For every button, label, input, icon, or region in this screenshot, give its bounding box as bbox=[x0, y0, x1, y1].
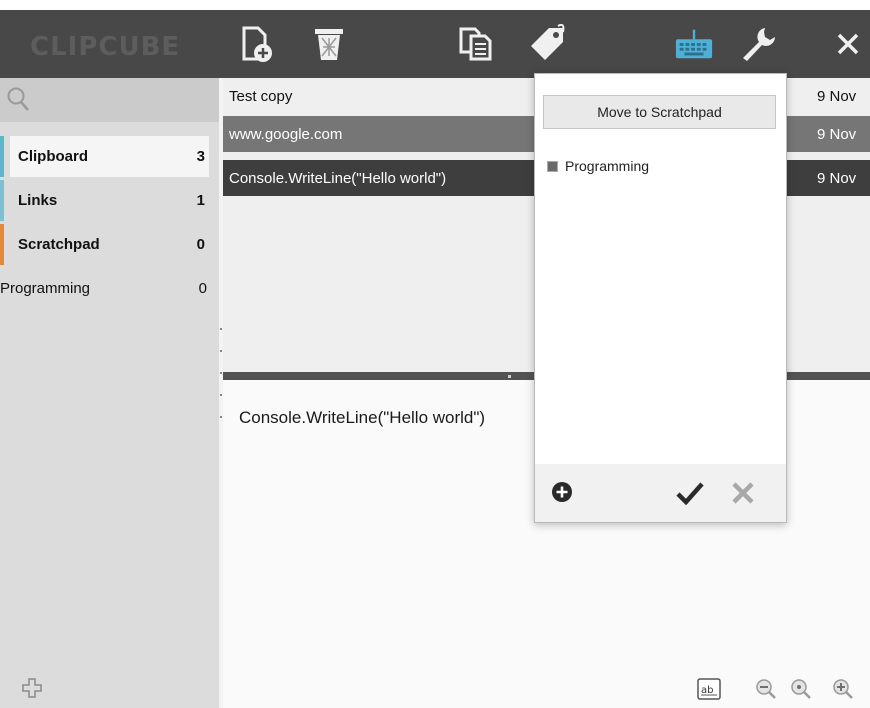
category-name: Clipboard bbox=[18, 148, 88, 165]
add-tag-icon[interactable] bbox=[551, 481, 573, 508]
tag-checkbox-programming[interactable]: Programming bbox=[547, 158, 649, 174]
tag-popup: Move to Scratchpad Programming bbox=[534, 73, 787, 523]
category-name: Scratchpad bbox=[18, 236, 100, 253]
category-color-bar bbox=[0, 180, 4, 221]
zoom-reset-icon[interactable] bbox=[790, 678, 812, 705]
sidebar-item-links[interactable]: Links 1 bbox=[0, 180, 209, 221]
sidebar-item-programming[interactable]: Programming 0 bbox=[0, 268, 209, 309]
sidebar-item-scratchpad[interactable]: Scratchpad 0 bbox=[0, 224, 209, 265]
sidebar: Clipboard 3 Links 1 Scratchpad 0 Program… bbox=[0, 78, 219, 708]
item-text: Console.WriteLine("Hello world") bbox=[229, 169, 447, 187]
preview-text[interactable]: Console.WriteLine("Hello world") bbox=[239, 408, 535, 428]
category-count: 0 bbox=[198, 280, 207, 297]
app-window: CLIPCUBE Clipboard 3 Links 1 Scratchpad … bbox=[0, 10, 870, 708]
text-mode-icon[interactable]: ab bbox=[697, 678, 721, 705]
zoom-out-icon[interactable] bbox=[755, 678, 777, 705]
item-date: 9 Nov bbox=[817, 169, 857, 187]
category-count: 3 bbox=[196, 148, 205, 165]
search-box[interactable] bbox=[0, 78, 219, 122]
sidebar-item-clipboard[interactable]: Clipboard 3 bbox=[0, 136, 209, 177]
add-category-icon[interactable] bbox=[22, 678, 42, 703]
category-color-bar bbox=[0, 224, 4, 265]
toolbar: CLIPCUBE bbox=[0, 10, 870, 78]
popup-footer bbox=[535, 464, 786, 522]
search-icon[interactable] bbox=[6, 86, 30, 117]
new-item-icon[interactable] bbox=[236, 24, 276, 64]
cancel-x-icon[interactable] bbox=[731, 481, 755, 510]
close-icon[interactable] bbox=[828, 24, 868, 64]
keyboard-icon[interactable] bbox=[674, 24, 714, 64]
category-name: Programming bbox=[0, 280, 91, 297]
trash-icon[interactable] bbox=[309, 24, 349, 64]
move-to-scratchpad-button[interactable]: Move to Scratchpad bbox=[543, 95, 776, 129]
item-date: 9 Nov bbox=[817, 125, 857, 143]
item-date: 9 Nov bbox=[817, 87, 857, 105]
category-count: 1 bbox=[196, 192, 205, 209]
zoom-in-icon[interactable] bbox=[832, 678, 854, 705]
item-text: Test copy bbox=[229, 87, 293, 105]
tag-label: Programming bbox=[565, 158, 650, 174]
category-count: 0 bbox=[196, 236, 205, 253]
wrench-icon[interactable] bbox=[738, 24, 778, 64]
item-text: www.google.com bbox=[229, 125, 343, 143]
tag-icon[interactable] bbox=[527, 24, 567, 64]
copy-icon[interactable] bbox=[456, 24, 496, 64]
category-color-bar bbox=[0, 136, 4, 177]
checkbox[interactable] bbox=[547, 160, 558, 172]
svg-text:ab: ab bbox=[701, 685, 713, 696]
confirm-check-icon[interactable] bbox=[675, 481, 705, 510]
app-logo: CLIPCUBE bbox=[30, 32, 181, 62]
category-name: Links bbox=[18, 192, 58, 209]
